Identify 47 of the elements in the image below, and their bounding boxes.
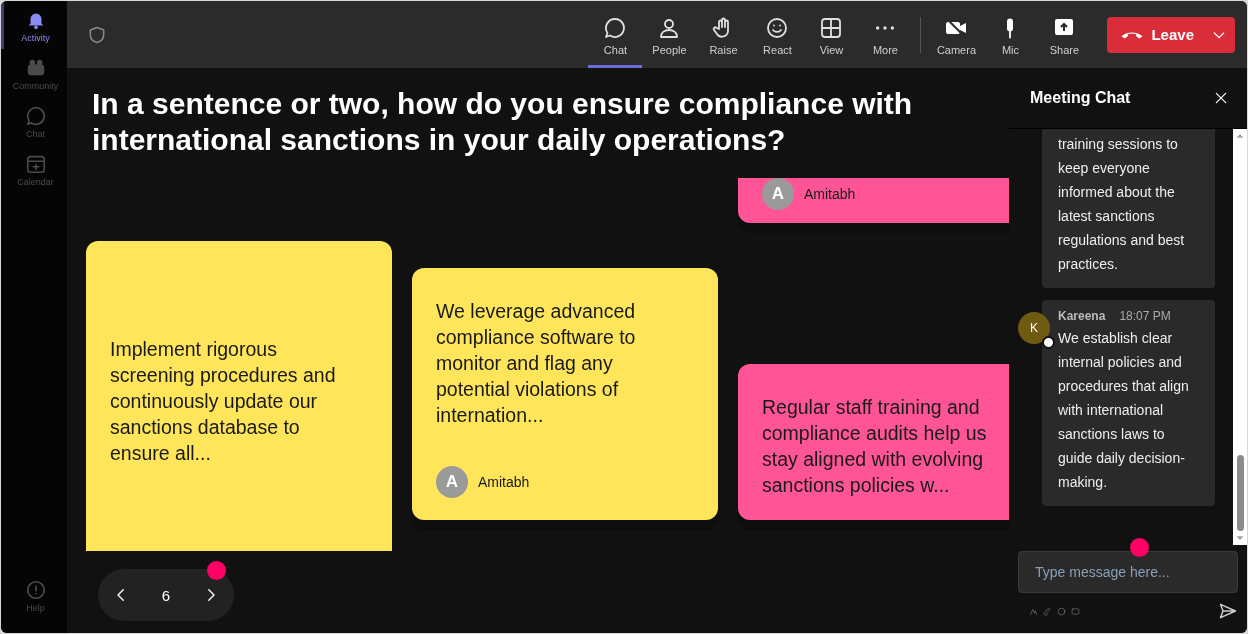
message-text: We establish clear internal policies and procedures that align with international sanctions laws to guide daily decision-making. bbox=[1058, 329, 1190, 492]
scrollbar-thumb[interactable] bbox=[1236, 455, 1244, 531]
author-name: Amitabh bbox=[478, 474, 530, 490]
avatar: A bbox=[436, 466, 468, 498]
scroll-down-icon bbox=[1235, 533, 1245, 543]
chat-bubble-icon bbox=[24, 105, 47, 127]
message-time: 18:07 PM bbox=[1119, 309, 1171, 323]
avatar: A bbox=[762, 178, 794, 210]
panel-title: Meeting Chat bbox=[1030, 89, 1131, 107]
gif-icon bbox=[1071, 606, 1080, 616]
close-icon bbox=[1213, 90, 1229, 106]
toolbar-button[interactable]: Mic bbox=[983, 1, 1038, 68]
chat-bubble-icon bbox=[603, 16, 628, 40]
microphone-icon bbox=[1006, 17, 1015, 39]
toolbar-button[interactable]: People bbox=[642, 1, 697, 68]
close-button[interactable] bbox=[1213, 90, 1229, 106]
toolbar-button[interactable]: More bbox=[858, 1, 913, 68]
author-name: Amitabh bbox=[804, 186, 856, 202]
smiley-icon bbox=[765, 16, 790, 40]
help-icon bbox=[24, 579, 47, 601]
calendar-icon bbox=[24, 153, 47, 175]
note-text: Regular staff training and compliance audits help us stay aligned with evolving sanctions policies w... bbox=[762, 395, 988, 498]
page-number: 6 bbox=[160, 586, 172, 604]
notification-dot bbox=[207, 561, 226, 580]
grid-icon bbox=[819, 16, 844, 40]
send-button[interactable] bbox=[1218, 601, 1238, 621]
message-input[interactable]: Type message here... bbox=[1018, 551, 1238, 593]
phone-hangup-icon bbox=[1121, 30, 1144, 39]
toolbar-button[interactable]: React bbox=[750, 1, 805, 68]
leave-button[interactable]: Leave bbox=[1107, 16, 1235, 53]
message-text: training sessions to keep everyone informed about the latest sanctions regulations and best practices. bbox=[1058, 135, 1186, 274]
paperclip-icon bbox=[1043, 606, 1052, 616]
scrollbar[interactable] bbox=[1233, 129, 1247, 545]
sender-name: Kareena bbox=[1058, 309, 1106, 323]
emoji-icon bbox=[1057, 606, 1066, 616]
send-icon bbox=[1218, 601, 1238, 621]
toolbar-button[interactable]: View bbox=[804, 1, 859, 68]
toolbar-button[interactable]: Camera bbox=[929, 1, 984, 68]
question-title: In a sentence or two, how do you ensure compliance with international sanctions in your daily operations? bbox=[92, 86, 914, 158]
note-text: We leverage advanced compliance software to monitor and flag any potential violations of internation... bbox=[436, 299, 637, 428]
scroll-up-icon bbox=[1235, 131, 1245, 141]
shield-icon bbox=[87, 24, 107, 45]
note-text: Implement rigorous screening procedures and continuously update our sanctions database to ensure all... bbox=[110, 337, 337, 466]
format-icon bbox=[1029, 606, 1038, 616]
toolbar-button[interactable]: Share bbox=[1037, 1, 1092, 68]
dots-icon bbox=[875, 25, 896, 31]
toolbar-button[interactable]: Raise bbox=[696, 1, 751, 68]
